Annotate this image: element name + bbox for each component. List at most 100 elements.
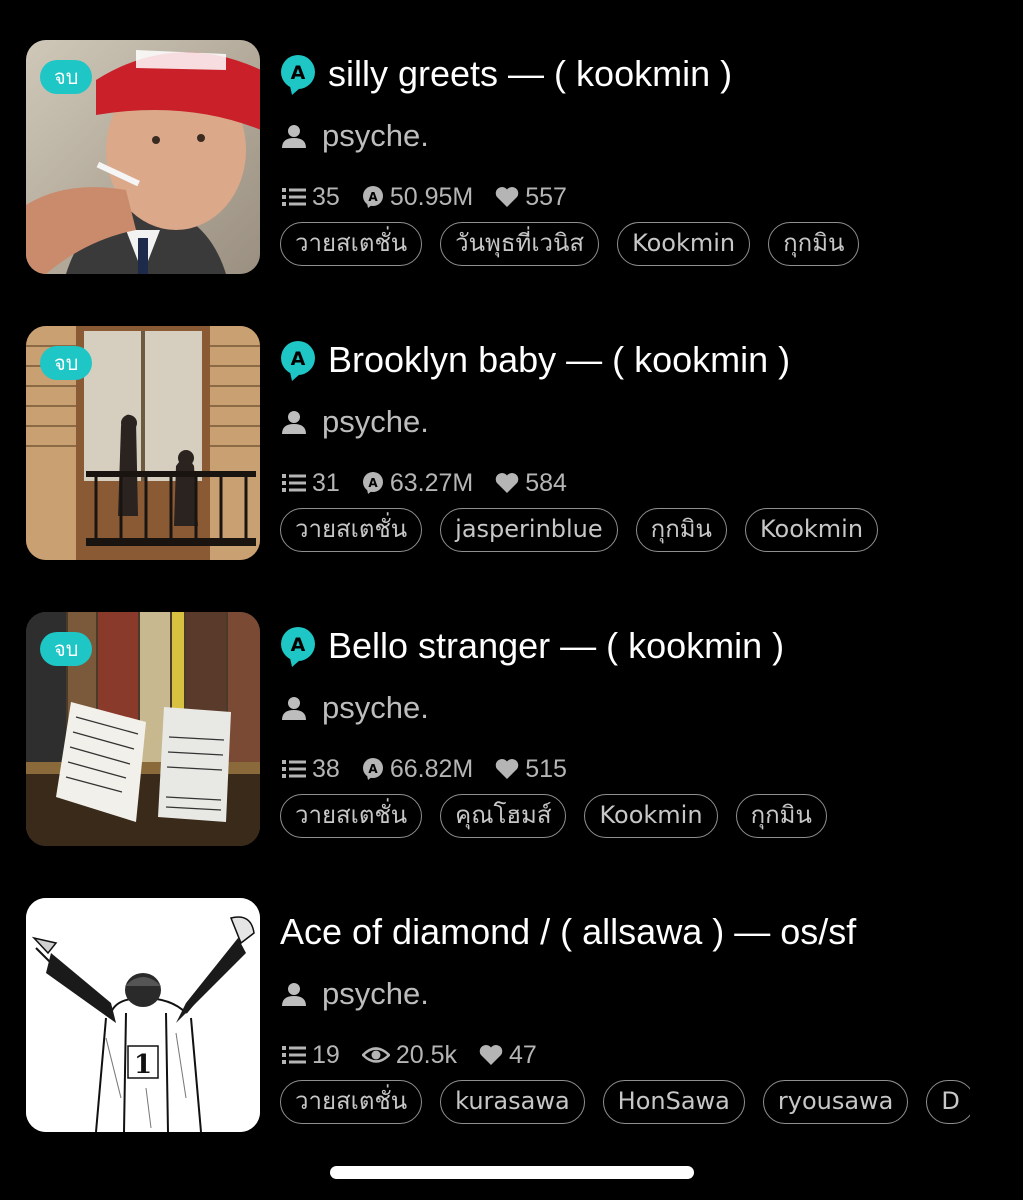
reads-icon: A <box>362 758 383 780</box>
author-badge-icon: A <box>281 55 315 95</box>
svg-text:A: A <box>368 476 378 490</box>
tag-chip[interactable]: วายสเตชั่น <box>280 508 423 552</box>
list-icon <box>282 1046 306 1064</box>
list-icon <box>282 188 306 206</box>
author-name[interactable]: psyche. <box>322 976 429 1012</box>
svg-text:A: A <box>368 190 378 204</box>
svg-text:A: A <box>291 634 306 656</box>
chapters-stat: 31 <box>282 469 340 498</box>
author-name[interactable]: psyche. <box>322 404 429 440</box>
end-badge: จบ <box>40 632 93 666</box>
tag-list: วายสเตชั่น วันพุธที่เวนิส Kookmin กุกมิน <box>280 222 970 272</box>
heart-icon <box>495 473 519 493</box>
reads-stat: A 50.95M <box>362 183 473 212</box>
title-row[interactable]: A silly greets — ( kookmin ) <box>280 52 732 96</box>
story-title[interactable]: Ace of diamond / ( allsawa ) — os/sf <box>280 911 856 953</box>
story-title[interactable]: Brooklyn baby — ( kookmin ) <box>328 339 790 381</box>
author-row[interactable]: psyche. <box>282 402 429 442</box>
heart-icon <box>479 1045 503 1065</box>
user-icon <box>282 125 306 148</box>
tag-chip[interactable]: Kookmin <box>744 508 879 552</box>
user-icon <box>282 411 306 434</box>
chapters-count: 31 <box>312 468 340 497</box>
svg-text:1: 1 <box>134 1050 152 1080</box>
heart-icon <box>495 759 519 779</box>
author-badge-icon: A <box>281 341 315 381</box>
tag-chip[interactable]: D <box>926 1080 970 1124</box>
list-icon <box>282 474 306 492</box>
heart-icon <box>495 187 519 207</box>
chapters-stat: 19 <box>282 1041 340 1070</box>
tag-chip[interactable]: กุกมิน <box>735 794 827 838</box>
story-card[interactable]: จบ A Bello stranger — ( kookmin ) psyche… <box>0 612 1023 852</box>
tag-list: วายสเตชั่น kurasawa HonSawa ryousawa D <box>280 1080 970 1130</box>
svg-text:A: A <box>291 62 306 84</box>
cover-image[interactable]: 1 <box>26 898 260 1132</box>
stats-row: 31 A 63.27M 584 <box>282 466 589 500</box>
reads-icon: A <box>362 472 383 494</box>
tag-chip[interactable]: Kookmin <box>584 794 718 838</box>
tag-chip[interactable]: กุกมิน <box>635 508 727 552</box>
tag-chip[interactable]: วายสเตชั่น <box>280 794 423 838</box>
user-icon <box>282 697 306 720</box>
reads-count: 66.82M <box>389 754 474 783</box>
cover-image[interactable]: จบ <box>26 40 260 274</box>
title-row[interactable]: A Brooklyn baby — ( kookmin ) <box>280 338 790 382</box>
tag-chip[interactable]: HonSawa <box>602 1080 745 1124</box>
story-list: จบ A silly greets — ( kookmin ) psyche. <box>0 0 1023 1200</box>
likes-stat: 47 <box>479 1041 537 1070</box>
tag-chip[interactable]: วายสเตชั่น <box>280 1080 423 1124</box>
story-card[interactable]: จบ A silly greets — ( kookmin ) psyche. <box>0 40 1023 280</box>
title-row[interactable]: A Bello stranger — ( kookmin ) <box>280 624 784 668</box>
cover-baseball-player-sketch: 1 <box>26 898 260 1132</box>
end-badge: จบ <box>40 346 93 380</box>
views-count: 20.5k <box>395 1040 457 1069</box>
reads-count: 50.95M <box>389 182 474 211</box>
story-title[interactable]: Bello stranger — ( kookmin ) <box>328 625 784 667</box>
stats-row: 35 A 50.95M 557 <box>282 180 589 214</box>
chapters-count: 35 <box>312 182 340 211</box>
tag-list: วายสเตชั่น jasperinblue กุกมิน Kookmin <box>280 508 970 558</box>
chapters-count: 38 <box>312 754 340 783</box>
likes-count: 515 <box>525 754 567 783</box>
reads-stat: A 66.82M <box>362 755 473 784</box>
story-card[interactable]: จบ A Brooklyn baby — ( kookmin ) psyche. <box>0 326 1023 566</box>
author-row[interactable]: psyche. <box>282 688 429 728</box>
eye-icon <box>361 1047 390 1063</box>
likes-stat: 515 <box>495 755 567 784</box>
tag-list: วายสเตชั่น คุณโฮมส์ Kookmin กุกมิน <box>280 794 970 844</box>
home-indicator[interactable] <box>330 1166 694 1179</box>
likes-stat: 584 <box>495 469 567 498</box>
tag-chip[interactable]: คุณโฮมส์ <box>440 794 567 838</box>
chapters-count: 19 <box>312 1040 340 1069</box>
svg-text:A: A <box>368 762 378 776</box>
tag-chip[interactable]: กุกมิน <box>768 222 860 266</box>
title-row[interactable]: Ace of diamond / ( allsawa ) — os/sf <box>280 910 856 954</box>
tag-chip[interactable]: วายสเตชั่น <box>280 222 423 266</box>
likes-stat: 557 <box>495 183 567 212</box>
cover-image[interactable]: จบ <box>26 326 260 560</box>
list-icon <box>282 760 306 778</box>
story-title[interactable]: silly greets — ( kookmin ) <box>328 53 732 95</box>
views-stat: 20.5k <box>361 1040 457 1070</box>
author-name[interactable]: psyche. <box>322 690 429 726</box>
story-card[interactable]: 1 Ace of diamond / ( allsawa ) — os/sf p… <box>0 898 1023 1138</box>
tag-chip[interactable]: jasperinblue <box>440 508 618 552</box>
author-row[interactable]: psyche. <box>282 116 429 156</box>
tag-chip[interactable]: Kookmin <box>617 222 751 266</box>
tag-chip[interactable]: วันพุธที่เวนิส <box>440 222 600 266</box>
author-name[interactable]: psyche. <box>322 118 429 154</box>
user-icon <box>282 983 306 1006</box>
stats-row: 19 20.5k 47 <box>282 1038 559 1072</box>
tag-chip[interactable]: kurasawa <box>440 1080 585 1124</box>
end-badge: จบ <box>40 60 93 94</box>
author-row[interactable]: psyche. <box>282 974 429 1014</box>
tag-chip[interactable]: ryousawa <box>762 1080 909 1124</box>
chapters-stat: 38 <box>282 755 340 784</box>
likes-count: 557 <box>525 182 567 211</box>
chapters-stat: 35 <box>282 183 340 212</box>
likes-count: 47 <box>508 1040 537 1069</box>
cover-image[interactable]: จบ <box>26 612 260 846</box>
stats-row: 38 A 66.82M 515 <box>282 752 589 786</box>
svg-text:A: A <box>291 348 306 370</box>
